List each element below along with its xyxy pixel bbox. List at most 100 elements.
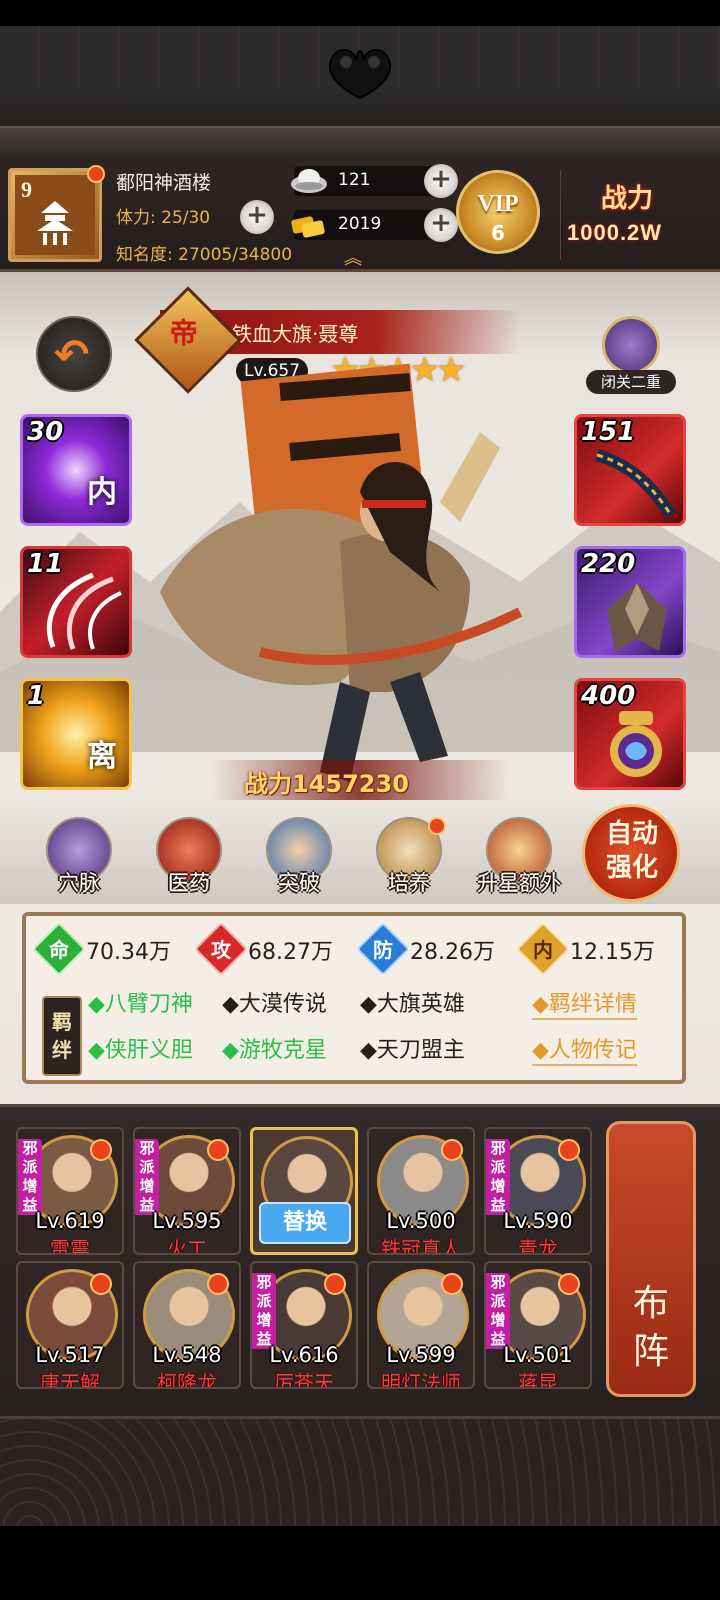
roster-card[interactable]: Lv.500 铁冠真人	[367, 1127, 475, 1255]
roster-card[interactable]: 邪派增益 Lv.619 雷震	[16, 1127, 124, 1255]
cloud-ornament-icon	[329, 49, 391, 100]
hero-level: Lv.616	[269, 1343, 339, 1367]
auto-enhance-button[interactable]: 自动强化	[582, 804, 680, 902]
hero-name: 铁冠真人	[381, 1237, 461, 1255]
roster-card[interactable]: 邪派增益 Lv.590 青龙	[484, 1127, 592, 1255]
stat-icon-label: 内	[533, 938, 553, 962]
add-gold-button[interactable]: +	[424, 208, 458, 242]
faction-buff-tag: 邪派增益	[486, 1139, 510, 1215]
bond-item: ◆游牧克星	[222, 1038, 327, 1063]
roof-eave	[0, 126, 720, 158]
stat-value: 68.27万	[248, 940, 333, 965]
silver-counter: 121	[291, 166, 444, 196]
roster-card[interactable]: 邪派增益 Lv.501 蒋昆	[484, 1261, 592, 1389]
notification-dot	[441, 1139, 463, 1161]
faction-buff-tag: 邪派增益	[252, 1273, 276, 1349]
hero-name: 厉苍天	[274, 1371, 334, 1389]
hero-name: 明灯法师	[381, 1371, 461, 1389]
bond-item: ◆大旗英雄	[360, 992, 465, 1017]
hero-name: 青龙	[518, 1237, 558, 1255]
faction-buff-tag: 邪派增益	[18, 1139, 42, 1215]
slash-marks-icon	[46, 572, 122, 650]
equipment-treasure[interactable]: 400	[574, 678, 686, 790]
back-button[interactable]: ↶	[36, 316, 112, 392]
monk-portrait-icon	[602, 316, 660, 374]
hero-name: 雷震	[50, 1237, 90, 1255]
action-medicine[interactable]: 医药	[144, 817, 234, 917]
bond-details-link[interactable]: ◆羁绊详情	[532, 986, 637, 1020]
stat-icon-label: 防	[373, 938, 393, 962]
player-name: 鄱阳神酒楼	[116, 172, 212, 194]
notification-dot	[207, 1273, 229, 1295]
faction-buff-tag: 邪派增益	[135, 1139, 159, 1215]
footer-decoration	[0, 1416, 720, 1526]
vip-badge[interactable]: VIP 6	[456, 170, 540, 254]
equipment-weapon[interactable]: 151	[574, 414, 686, 526]
skill-palm-strike[interactable]: 1 离	[20, 678, 132, 790]
hero-level: Lv.548	[152, 1343, 222, 1367]
gold-value: 2019	[338, 214, 382, 234]
bond-item: ◆天刀盟主	[360, 1038, 465, 1063]
hero-level: Lv.595	[152, 1209, 222, 1233]
action-meridian[interactable]: 穴脉	[34, 817, 124, 917]
action-label: 培养	[388, 871, 430, 895]
notification-dot	[87, 165, 105, 183]
formation-label: 布阵	[632, 1283, 669, 1372]
bond-item: ◆八臂刀神	[88, 992, 193, 1017]
bond-tag: 羁绊	[42, 996, 82, 1076]
equipment-level: 220	[581, 549, 636, 579]
add-silver-button[interactable]: +	[424, 164, 458, 198]
roster-card[interactable]: 邪派增益 Lv.595 火工	[133, 1127, 241, 1255]
action-breakthrough[interactable]: 突破	[254, 817, 344, 917]
formation-button[interactable]: 布阵	[606, 1121, 696, 1397]
notification-dot	[428, 817, 446, 835]
notification-dot	[90, 1139, 112, 1161]
hero-name: 唐无解	[40, 1371, 100, 1389]
action-label: 突破	[278, 871, 320, 895]
roster-card[interactable]: Lv.548 柯降龙	[133, 1261, 241, 1389]
bond-item: ◆侠肝义胆	[88, 1038, 193, 1063]
seclusion-label: 闭关二重	[586, 370, 676, 394]
silver-ingot-icon	[291, 169, 327, 193]
expand-chevron-icon[interactable]: ︽	[344, 244, 362, 270]
hero-level: Lv.599	[386, 1343, 456, 1367]
stat-icon-label: 攻	[211, 938, 231, 962]
bond-item: ◆大漠传说	[222, 992, 327, 1017]
bond-tag-label: 羁绊	[52, 1010, 72, 1062]
gold-counter: 2019	[291, 210, 444, 240]
roster-card[interactable]: Lv.517 唐无解	[16, 1261, 124, 1389]
skill-glyph: 离	[87, 739, 117, 774]
back-arrow-icon: ↶	[54, 330, 90, 379]
action-label: 医药	[168, 871, 210, 895]
notification-dot	[207, 1139, 229, 1161]
stats-panel: 命 70.34万 攻 68.27万 防 28.26万 内 12.15万 羁绊 ◆…	[22, 912, 686, 1084]
stamina-text: 体力: 25/30	[116, 208, 211, 228]
swap-button[interactable]: 替换	[259, 1202, 351, 1244]
hero-portrait-illustration	[160, 363, 523, 782]
hero-title: 铁血大旗·聂尊	[232, 322, 359, 346]
hero-level: Lv.590	[503, 1209, 573, 1233]
notification-dot	[324, 1273, 346, 1295]
player-avatar[interactable]: 9	[8, 165, 105, 262]
roster-card[interactable]: Lv.599 明灯法师	[367, 1261, 475, 1389]
action-star-up[interactable]: 升星额外	[474, 817, 564, 917]
biography-link[interactable]: ◆人物传记	[532, 1032, 637, 1066]
hero-level: Lv.517	[35, 1343, 105, 1367]
skill-inner-force[interactable]: 30 内	[20, 414, 132, 526]
seclusion-button[interactable]: 闭关二重	[586, 316, 676, 396]
gold-ingot-icon	[291, 216, 325, 238]
notification-dot	[441, 1273, 463, 1295]
add-stamina-button[interactable]: +	[240, 200, 274, 234]
equipment-cloak[interactable]: 220	[574, 546, 686, 658]
skill-level: 30	[27, 417, 64, 447]
hero-level: Lv.501	[503, 1343, 573, 1367]
skill-blade-slash[interactable]: 11	[20, 546, 132, 658]
power-label: 战力	[601, 184, 654, 214]
roof-decoration	[0, 26, 720, 158]
power-value: 1000.2W	[567, 220, 663, 245]
action-cultivate[interactable]: 培养	[364, 817, 454, 917]
faction-buff-tag: 邪派增益	[486, 1273, 510, 1349]
roster-card[interactable]: 邪派增益 Lv.616 厉苍天	[250, 1261, 358, 1389]
roster-card-selected[interactable]: 替换	[250, 1127, 358, 1255]
stat-icon-label: 命	[49, 938, 69, 962]
